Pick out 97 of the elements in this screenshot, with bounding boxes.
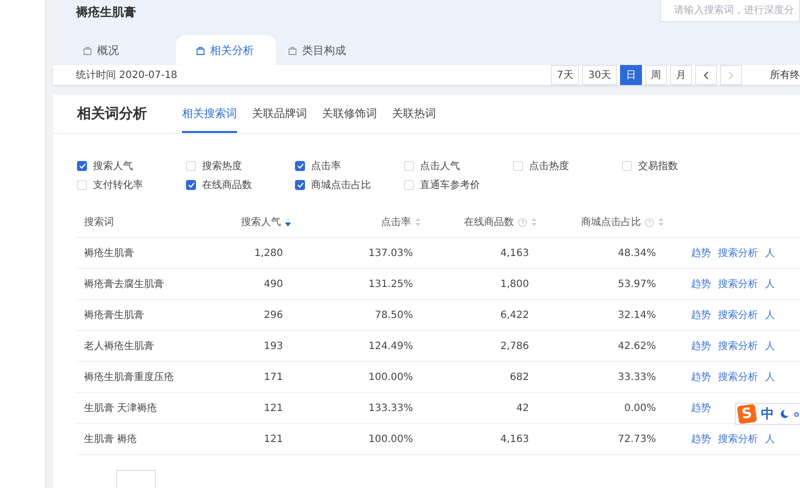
- table-cell: 6,422: [421, 300, 537, 331]
- table-cell: 生肌膏 天津褥疮: [76, 393, 236, 424]
- table-cell: 121: [236, 424, 291, 455]
- metric-checkbox[interactable]: 直通车参考价: [404, 178, 513, 192]
- column-header: 在线商品数: [464, 216, 514, 229]
- table-cell: 124.49%: [291, 331, 421, 362]
- action-link[interactable]: 搜索分析: [718, 432, 758, 446]
- period-button[interactable]: 周: [645, 65, 667, 85]
- period-button[interactable]: 月: [670, 65, 692, 85]
- column-header: 商城点击占比: [581, 216, 641, 229]
- ime-mode[interactable]: 中: [761, 405, 774, 423]
- metric-label: 点击热度: [529, 160, 569, 173]
- metric-label: 直通车参考价: [420, 178, 480, 192]
- tab[interactable]: 类目构成: [281, 35, 401, 65]
- table-cell: 72.73%: [537, 424, 664, 455]
- action-link[interactable]: 搜索分析: [718, 246, 758, 260]
- table-cell: 131.25%: [291, 269, 421, 300]
- action-link[interactable]: 人: [765, 308, 775, 322]
- action-link[interactable]: 人: [765, 246, 775, 260]
- period-button[interactable]: 30天: [582, 65, 617, 85]
- sub-tab[interactable]: 关联品牌词: [252, 95, 307, 133]
- action-link[interactable]: 趋势: [691, 401, 711, 415]
- action-link[interactable]: 搜索分析: [718, 308, 758, 322]
- table-cell: 100.00%: [291, 424, 421, 455]
- table-cell: 老人褥疮生肌膏: [76, 331, 236, 362]
- terminal-label: 所有终: [770, 68, 800, 82]
- metric-checkbox[interactable]: 点击率: [295, 159, 404, 173]
- table-cell: 78.50%: [291, 300, 421, 331]
- metric-label: 点击率: [311, 160, 341, 173]
- metric-checkbox[interactable]: 支付转化率: [77, 178, 186, 192]
- metric-checkbox[interactable]: 搜索人气: [77, 159, 186, 173]
- action-link[interactable]: 人: [765, 339, 775, 353]
- table-cell: 褥疮生肌膏重度压疮: [76, 362, 236, 393]
- metric-checkbox[interactable]: 交易指数: [622, 159, 731, 173]
- action-link[interactable]: 趋势: [691, 432, 711, 446]
- section-title: 相关词分析: [77, 105, 148, 124]
- table-cell: 296: [236, 300, 291, 331]
- period-button[interactable]: 日: [620, 65, 642, 85]
- metric-label: 点击人气: [420, 160, 460, 173]
- period-button[interactable]: 7天: [550, 65, 580, 85]
- metric-label: 搜索人气: [93, 160, 133, 173]
- metric-label: 商城点击占比: [311, 178, 371, 192]
- action-link[interactable]: 人: [765, 432, 775, 446]
- column-header: 点击率: [381, 216, 411, 229]
- action-link[interactable]: 趋势: [691, 308, 711, 322]
- sub-tab[interactable]: 相关搜索词: [182, 95, 237, 133]
- table-cell: 490: [236, 269, 291, 300]
- table-cell: 53.97%: [537, 269, 664, 300]
- metric-label: 在线商品数: [202, 178, 252, 192]
- table-cell: 生肌膏 褥疮: [76, 424, 236, 455]
- table-cell: 0.00%: [537, 393, 664, 424]
- table-cell: 4,163: [421, 238, 537, 269]
- metric-label: 支付转化率: [93, 178, 143, 192]
- table-cell: 1,280: [236, 238, 291, 269]
- table-cell: 2,786: [421, 331, 537, 362]
- table-cell: 1,800: [421, 269, 537, 300]
- table-cell: 4,163: [421, 424, 537, 455]
- action-link[interactable]: 人: [765, 277, 775, 291]
- product-title: 褥疮生肌膏: [76, 4, 136, 21]
- metric-checkbox[interactable]: 点击热度: [513, 159, 622, 173]
- table-cell: 褥疮膏生肌膏: [76, 300, 236, 331]
- table-cell: 褥疮生肌膏: [76, 238, 236, 269]
- table-cell: 42.62%: [537, 331, 664, 362]
- table-cell: 褥疮膏去腐生肌膏: [76, 269, 236, 300]
- table-cell: 193: [236, 331, 291, 362]
- metric-label: 搜索热度: [202, 160, 242, 173]
- action-link[interactable]: 人: [765, 370, 775, 384]
- metric-label: 交易指数: [638, 160, 678, 173]
- sub-tab[interactable]: 关联修饰词: [322, 95, 377, 133]
- stat-time: 统计时间 2020-07-18: [76, 68, 178, 82]
- column-header: 搜索人气: [241, 216, 281, 229]
- tab[interactable]: 概况: [76, 35, 176, 65]
- table-cell: 42: [421, 393, 537, 424]
- action-link[interactable]: 搜索分析: [718, 370, 758, 384]
- table-cell: 133.33%: [291, 393, 421, 424]
- action-link[interactable]: 趋势: [691, 370, 711, 384]
- action-link[interactable]: 搜索分析: [718, 339, 758, 353]
- action-link[interactable]: 搜索分析: [718, 277, 758, 291]
- action-link[interactable]: 趋势: [691, 277, 711, 291]
- column-header: 搜索词: [84, 216, 114, 229]
- metric-checkbox[interactable]: 商城点击占比: [295, 178, 404, 192]
- ime-logo: S: [736, 404, 758, 424]
- table-cell: 171: [236, 362, 291, 393]
- metric-checkbox[interactable]: 搜索热度: [186, 159, 295, 173]
- table-cell: 137.03%: [291, 238, 421, 269]
- metric-checkbox[interactable]: 在线商品数: [186, 178, 295, 192]
- table-cell: 100.00%: [291, 362, 421, 393]
- table-cell: 33.33%: [537, 362, 664, 393]
- table-cell: 121: [236, 393, 291, 424]
- sub-tab[interactable]: 关联热词: [392, 95, 436, 133]
- table-cell: 32.14%: [537, 300, 664, 331]
- table-cell: 682: [421, 362, 537, 393]
- tab[interactable]: 相关分析: [176, 35, 276, 65]
- table-cell: 48.34%: [537, 238, 664, 269]
- action-link[interactable]: 趋势: [691, 339, 711, 353]
- action-link[interactable]: 趋势: [691, 246, 711, 260]
- metric-checkbox[interactable]: 点击人气: [404, 159, 513, 173]
